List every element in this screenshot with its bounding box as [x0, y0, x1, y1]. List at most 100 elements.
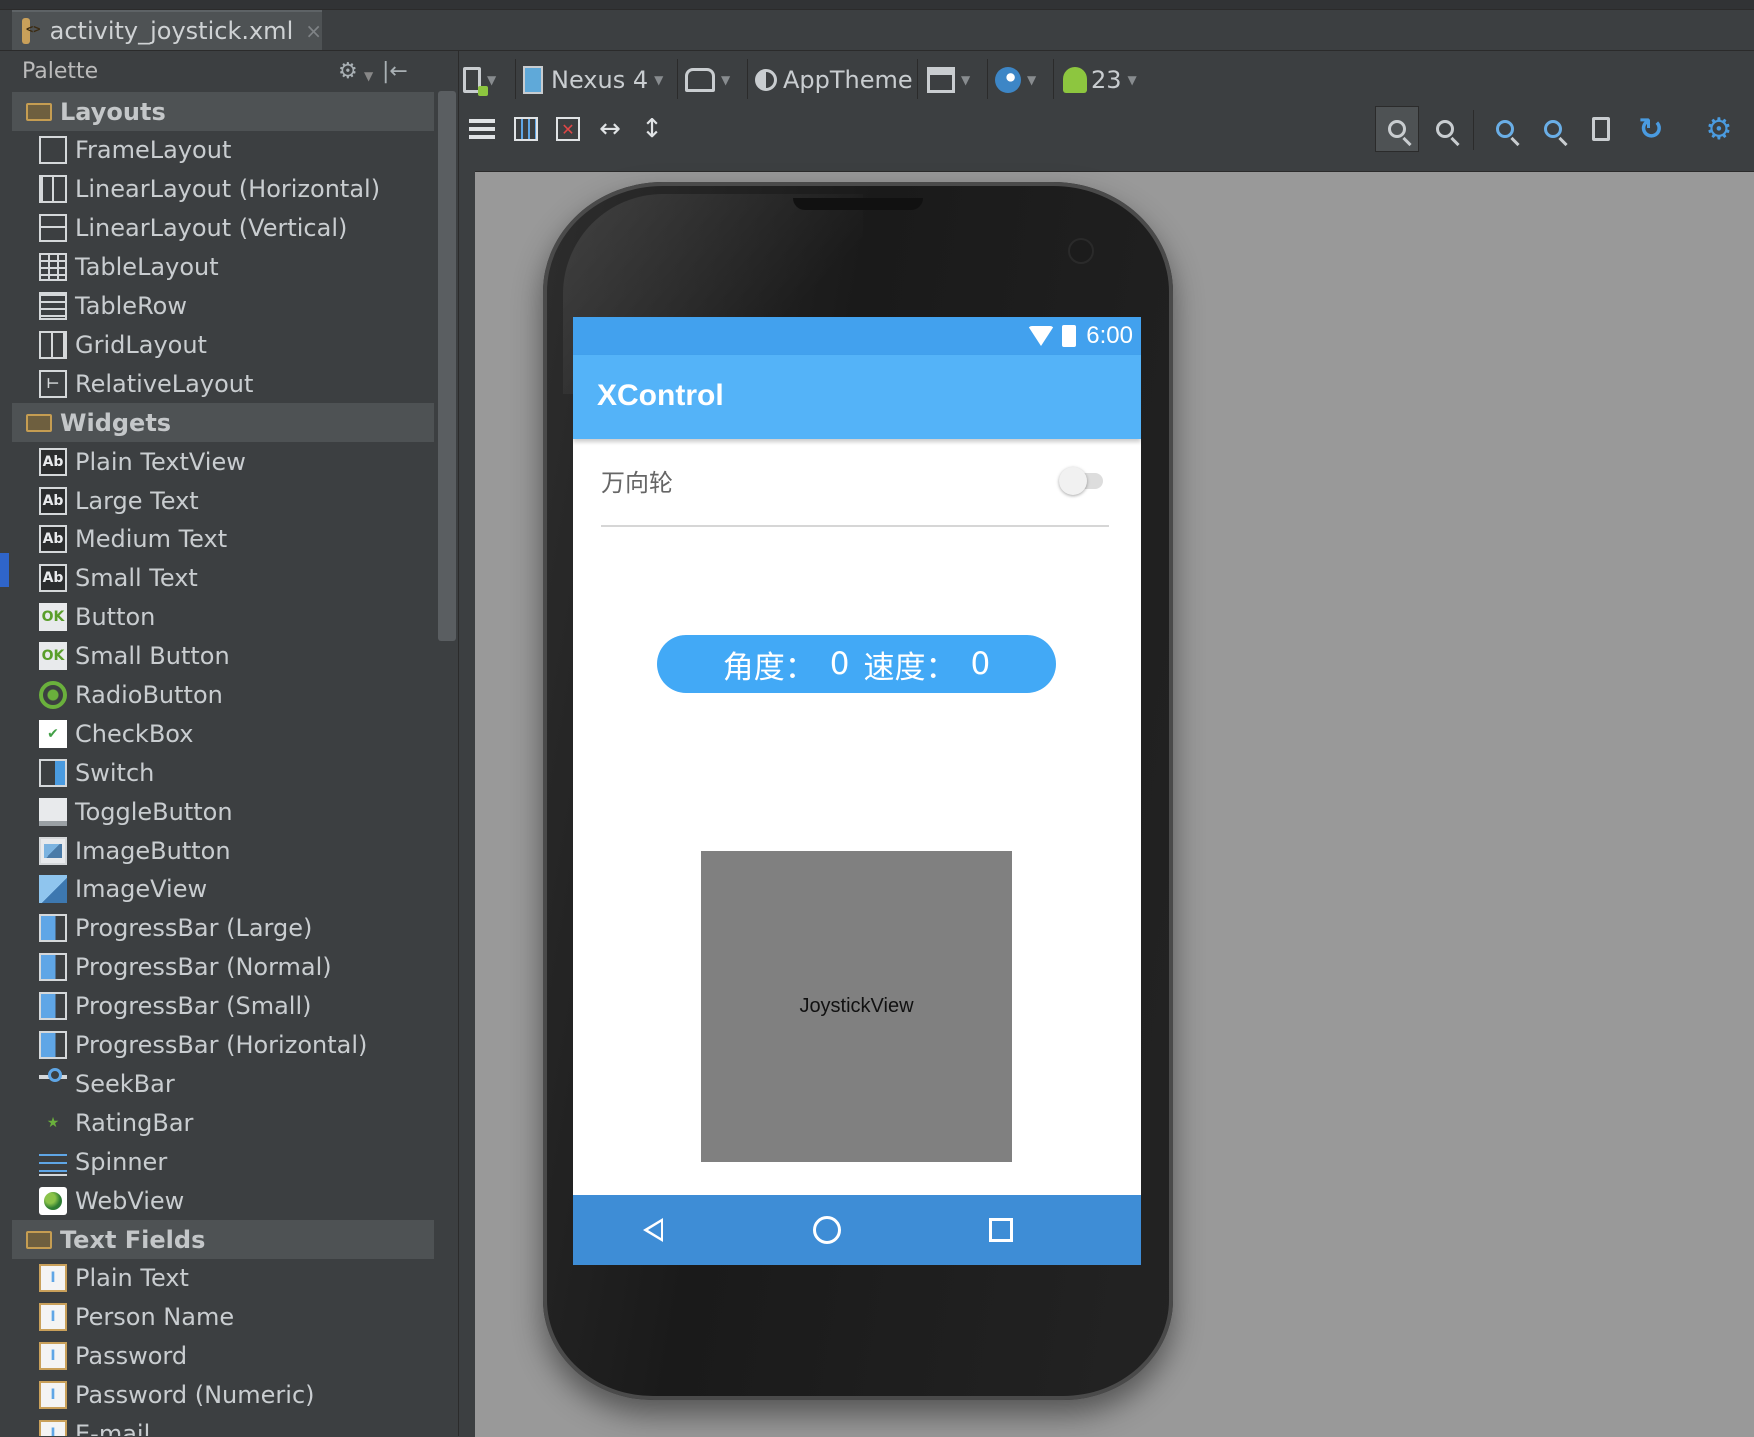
palette-item[interactable]: GridLayout	[12, 325, 434, 364]
width-icon[interactable]: ↔	[593, 112, 627, 146]
angle-speed-display[interactable]: 角度： 0 速度： 0	[657, 635, 1056, 693]
palette-item[interactable]: ProgressBar (Large)	[12, 909, 434, 948]
palette-category-layouts[interactable]: Layouts	[12, 92, 434, 131]
palette-category-label: Text Fields	[60, 1225, 206, 1254]
palette-category-widgets[interactable]: Widgets	[12, 403, 434, 443]
collapse-panel-icon[interactable]: |←	[382, 59, 408, 84]
toolbar-separator	[987, 59, 988, 99]
palette-item[interactable]: Ab Large Text	[12, 481, 434, 520]
device-screen[interactable]: 6:00 XControl 万向轮 角度： 0 速度： 0 JoystickVi…	[573, 317, 1141, 1265]
palette-item[interactable]: RadioButton	[12, 676, 434, 715]
device-config-button[interactable]: ▼	[463, 61, 496, 99]
palette-item[interactable]: I Plain Text	[12, 1259, 434, 1298]
recents-button[interactable]	[983, 1212, 1019, 1248]
palette-item-label: Small Text	[75, 564, 198, 593]
toolbar-separator	[1053, 59, 1054, 99]
palette-item-label: RadioButton	[75, 681, 223, 710]
ab-widget-icon: Ab	[39, 525, 67, 554]
palette-item[interactable]: ProgressBar (Small)	[12, 987, 434, 1026]
palette-item-label: Medium Text	[75, 525, 228, 554]
palette-item[interactable]: FrameLayout	[12, 131, 434, 170]
api-level-selector[interactable]: 23 ▼	[1063, 61, 1137, 99]
orientation-button[interactable]: ▼	[685, 61, 730, 99]
refresh-icon[interactable]: ↻	[1629, 106, 1673, 152]
palette-item[interactable]: ★ RatingBar	[12, 1103, 434, 1142]
palette-item[interactable]: I E-mail	[12, 1415, 434, 1436]
switch-knob[interactable]	[1059, 467, 1087, 495]
palette-item[interactable]: ProgressBar (Normal)	[12, 948, 434, 987]
palette-item[interactable]: LinearLayout (Vertical)	[12, 209, 434, 248]
file-tab[interactable]: activity_joystick.xml ×	[12, 10, 322, 50]
zoom-out-icon[interactable]	[1531, 106, 1575, 152]
palette-item[interactable]: SeekBar	[12, 1064, 434, 1103]
palette-item[interactable]: I Person Name	[12, 1298, 434, 1337]
designer-toolbar: ▼ Nexus 4 ▼ ▼ AppTheme ▼ ▼ 23 ▼	[459, 51, 1754, 109]
palette-item[interactable]: ✔ CheckBox	[12, 714, 434, 753]
lh-widget-icon	[39, 175, 67, 204]
palette-item[interactable]: TableRow	[12, 287, 434, 326]
navigation-bar	[573, 1195, 1141, 1265]
palette-item[interactable]: I Password (Numeric)	[12, 1376, 434, 1415]
zoom-actual-icon[interactable]	[1423, 106, 1467, 152]
layout-vertical-icon[interactable]	[465, 112, 499, 146]
joystick-view-label: JoystickView	[799, 995, 914, 1017]
palette-item[interactable]: ProgressBar (Horizontal)	[12, 1026, 434, 1065]
joystick-view[interactable]: JoystickView	[701, 851, 1012, 1162]
caster-switch-row[interactable]: 万向轮	[601, 439, 1109, 527]
ab-widget-icon: Ab	[39, 486, 67, 515]
close-tab-icon[interactable]: ×	[305, 19, 322, 43]
back-button[interactable]	[635, 1212, 671, 1248]
height-icon[interactable]: ↕	[635, 112, 669, 146]
frame-widget-icon	[39, 136, 67, 165]
ab-widget-icon: Ab	[39, 564, 67, 593]
recents-icon	[989, 1218, 1013, 1242]
palette-item[interactable]: OK Button	[12, 598, 434, 637]
app-bar: XControl	[573, 355, 1141, 439]
palette-item[interactable]: ToggleButton	[12, 792, 434, 831]
zoom-in-icon[interactable]	[1483, 106, 1527, 152]
palette-item[interactable]: ImageButton	[12, 831, 434, 870]
device-selector[interactable]: Nexus 4 ▼	[523, 61, 663, 99]
palette-item[interactable]: OK Small Button	[12, 637, 434, 676]
palette-item[interactable]: Ab Medium Text	[12, 520, 434, 559]
palette-item[interactable]: TableLayout	[12, 248, 434, 287]
palette-item[interactable]: Ab Small Text	[12, 559, 434, 598]
back-icon	[643, 1218, 663, 1242]
design-canvas[interactable]: 6:00 XControl 万向轮 角度： 0 速度： 0 JoystickVi…	[475, 171, 1754, 1437]
scrollbar-thumb[interactable]	[438, 91, 456, 641]
locale-button[interactable]: ▼	[995, 61, 1036, 99]
dropdown-arrow-icon[interactable]: ▼	[364, 69, 373, 83]
palette-item-label: Switch	[75, 758, 155, 787]
preview-icon[interactable]	[1579, 106, 1623, 152]
settings-icon[interactable]: ⚙	[1697, 106, 1741, 152]
palette-item[interactable]: ImageView	[12, 870, 434, 909]
text-widget-icon: I	[39, 1303, 67, 1332]
ab-widget-icon: Ab	[39, 447, 67, 476]
palette-item-label: ProgressBar (Small)	[75, 992, 312, 1021]
zoom-fit-icon[interactable]	[1375, 106, 1419, 152]
speed-value: 0	[970, 646, 991, 682]
home-button[interactable]	[809, 1212, 845, 1248]
palette-item[interactable]: Spinner	[12, 1142, 434, 1181]
palette-category-text-fields[interactable]: Text Fields	[12, 1220, 434, 1260]
palette-item-label: Person Name	[75, 1303, 235, 1332]
palette-item[interactable]: ⊢ RelativeLayout	[12, 364, 434, 403]
theme-selector[interactable]: AppTheme	[755, 61, 913, 99]
activity-button[interactable]: ▼	[927, 61, 970, 99]
palette-item[interactable]: I Password	[12, 1337, 434, 1376]
palette-item[interactable]: Switch	[12, 753, 434, 792]
palette-item[interactable]: Ab Plain TextView	[12, 442, 434, 481]
palette-scrollbar[interactable]	[436, 91, 456, 641]
palette-item[interactable]: WebView	[12, 1181, 434, 1220]
palette-category-label: Widgets	[60, 408, 172, 437]
gear-icon[interactable]: ⚙	[338, 59, 358, 84]
android-icon	[1063, 67, 1087, 93]
layout-horizontal-icon[interactable]	[509, 112, 543, 146]
activity-icon	[927, 67, 955, 93]
ok-widget-icon: OK	[39, 642, 67, 671]
palette-item-label: Small Button	[75, 642, 230, 671]
remove-layout-icon[interactable]: ✕	[551, 112, 585, 146]
palette-item-label: ToggleButton	[75, 797, 233, 826]
palette-item-label: CheckBox	[75, 719, 194, 748]
palette-item[interactable]: LinearLayout (Horizontal)	[12, 170, 434, 209]
